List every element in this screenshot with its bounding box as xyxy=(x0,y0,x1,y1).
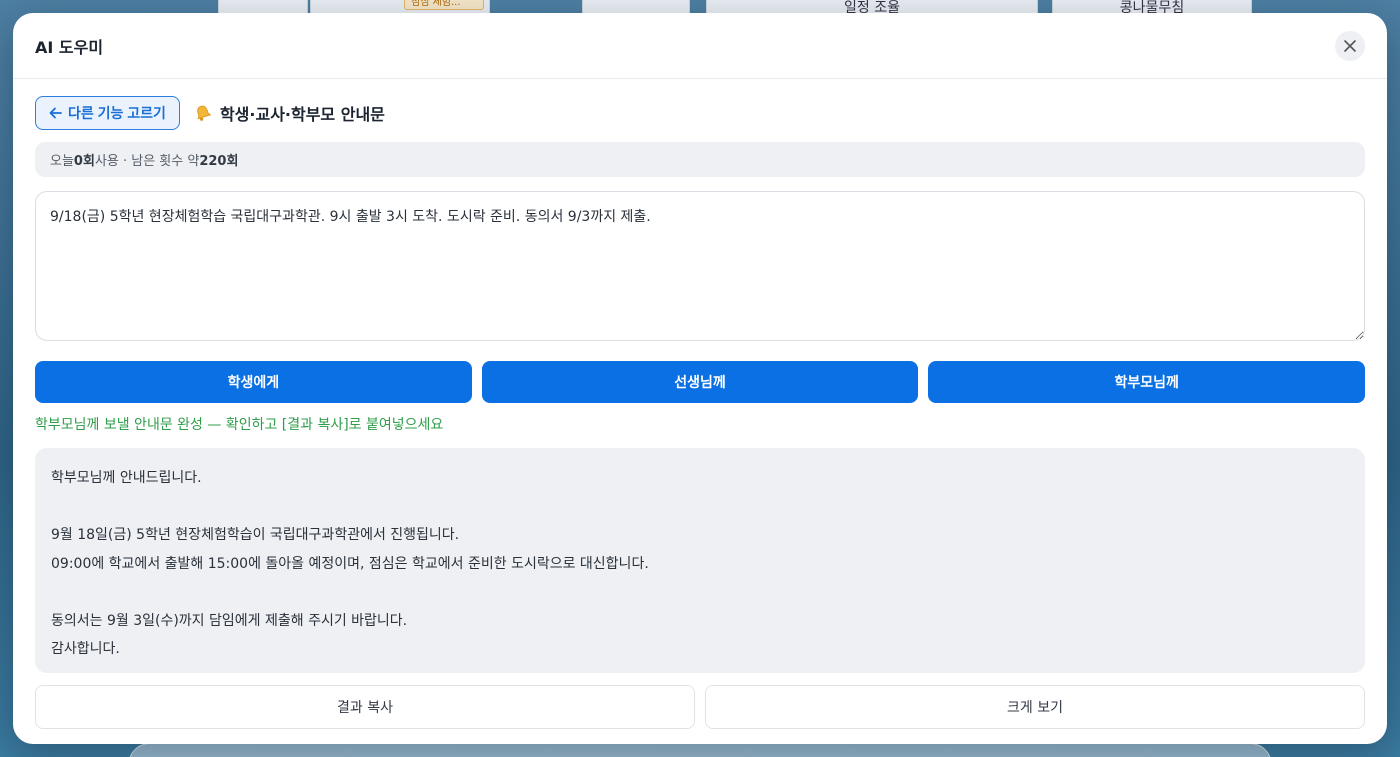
copy-result-button[interactable]: 결과 복사 xyxy=(35,685,695,729)
to-parents-button[interactable]: 학부모님께 xyxy=(928,361,1366,403)
feature-title-text: 학생·교사·학부모 안내문 xyxy=(219,105,385,124)
result-line xyxy=(51,493,1349,522)
result-line: 동의서는 9월 3일(수)까지 담임에게 제출해 주시기 바랍니다. xyxy=(51,612,408,629)
feature-topbar: 다른 기능 고르기 학생·교사·학부모 안내문 xyxy=(35,96,1365,130)
result-line: 9월 18일(금) 5학년 현장체험학습이 국립대구과학관에서 진행됩니다. xyxy=(51,527,460,543)
usage-counter: 오늘 0회 사용 · 남은 횟수 약 220회 xyxy=(35,142,1365,177)
modal-header: AI 도우미 xyxy=(13,13,1387,79)
usage-middle: 사용 · 남은 횟수 약 xyxy=(94,154,200,169)
feature-title: 학생·교사·학부모 안내문 xyxy=(194,101,385,125)
arrow-left-icon xyxy=(49,107,62,119)
background-chip: 점심 체험... xyxy=(404,0,484,10)
ai-assistant-modal: AI 도우미 다른 기능 고르기 학생·교사·학부모 안내문 오늘 0회 사용 … xyxy=(13,13,1387,744)
to-students-button[interactable]: 학생에게 xyxy=(35,361,472,403)
audience-buttons: 학생에게 선생님께 학부모님께 xyxy=(35,361,1366,403)
result-actions: 결과 복사 크게 보기 xyxy=(35,685,1365,729)
usage-remaining-count: 220회 xyxy=(199,154,239,169)
result-line xyxy=(51,578,1349,607)
back-button-label: 다른 기능 고르기 xyxy=(68,105,166,121)
close-button[interactable] xyxy=(1335,30,1365,61)
modal-title: AI 도우미 xyxy=(35,37,104,57)
expand-view-button[interactable]: 크게 보기 xyxy=(705,685,1365,729)
choose-other-feature-button[interactable]: 다른 기능 고르기 xyxy=(35,96,180,130)
close-icon xyxy=(1344,39,1356,52)
to-teachers-button[interactable]: 선생님께 xyxy=(481,361,919,403)
modal-body: 다른 기능 고르기 학생·교사·학부모 안내문 오늘 0회 사용 · 남은 횟수… xyxy=(13,79,1387,729)
result-line: 감사합니다. xyxy=(51,641,120,657)
bell-icon xyxy=(197,105,212,121)
usage-used-count: 0회 xyxy=(73,154,95,169)
result-line: 학부모님께 안내드립니다. xyxy=(51,470,202,486)
result-output: 학부모님께 안내드립니다. 9월 18일(금) 5학년 현장체험학습이 국립대구… xyxy=(35,448,1365,673)
notice-input[interactable] xyxy=(35,191,1365,341)
usage-prefix: 오늘 xyxy=(50,154,74,169)
background-dock xyxy=(128,743,1272,757)
status-message: 학부모님께 보낼 안내문 완성 — 확인하고 [결과 복사]로 붙여넣으세요 xyxy=(35,417,444,433)
result-line: 09:00에 학교에서 출발해 15:00에 돌아올 예정이며, 점심은 학교에… xyxy=(51,555,649,572)
